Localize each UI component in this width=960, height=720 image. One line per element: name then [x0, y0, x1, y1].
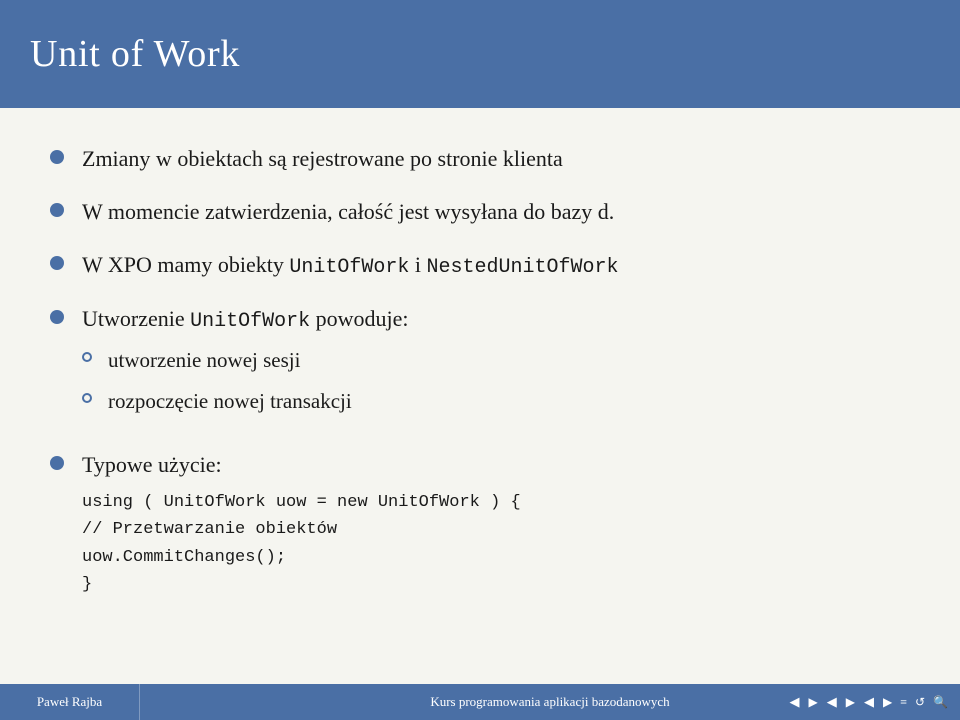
bullet-dot-4 [50, 310, 64, 324]
nav-icon-2[interactable]: ▶ [844, 695, 857, 710]
sub-list-item: utworzenie nowej sesji [82, 346, 352, 375]
nav-sep2: ◀ [861, 694, 877, 710]
footer-author: Paweł Rajba [0, 684, 140, 720]
sub-text-2: rozpoczęcie nowej transakcji [108, 387, 352, 416]
nav-icon-1[interactable]: ▶ [807, 695, 820, 710]
sub-list-item: rozpoczęcie nowej transakcji [82, 387, 352, 416]
sub-text-1: utworzenie nowej sesji [108, 346, 300, 375]
main-content: Zmiany w obiektach są rejestrowane po st… [0, 108, 960, 640]
nav-icon-4[interactable]: ≡ [898, 695, 909, 710]
bullet-list: Zmiany w obiektach są rejestrowane po st… [50, 144, 910, 598]
code-nestedunitofwork: NestedUnitOfWork [427, 256, 619, 279]
code-line-3: uow.CommitChanges(); [82, 544, 521, 571]
nav-icon-5[interactable]: ↺ [913, 695, 927, 710]
nav-prev-arrow[interactable]: ◀ [787, 694, 803, 710]
footer-bar: Paweł Rajba Kurs programowania aplikacji… [0, 684, 960, 720]
slide-title: Unit of Work [30, 32, 240, 76]
list-item: Zmiany w obiektach są rejestrowane po st… [50, 144, 910, 175]
footer-navigation[interactable]: ◀ ▶ ◀ ▶ ◀ ▶ ≡ ↺ 🔍 [787, 694, 951, 710]
bullet-text-1: Zmiany w obiektach są rejestrowane po st… [82, 144, 910, 175]
code-block: using ( UnitOfWork uow = new UnitOfWork … [82, 489, 521, 598]
sub-list: utworzenie nowej sesji rozpoczęcie nowej… [82, 346, 352, 429]
bullet-text-4: Utworzenie UnitOfWork powoduje: [82, 304, 409, 336]
list-item: Utworzenie UnitOfWork powoduje: utworzen… [50, 304, 910, 429]
list-item: W momencie zatwierdzenia, całość jest wy… [50, 197, 910, 228]
nav-icon-6[interactable]: 🔍 [931, 695, 950, 710]
nav-sep1: ◀ [824, 694, 840, 710]
bullet-text-3: W XPO mamy obiekty UnitOfWork i NestedUn… [82, 250, 910, 282]
header-bar: Unit of Work [0, 0, 960, 108]
code-unitofwork: UnitOfWork [289, 256, 409, 279]
bullet-text-5: Typowe użycie: [82, 450, 222, 481]
nav-icon-3[interactable]: ▶ [881, 695, 894, 710]
code-line-2: // Przetwarzanie obiektów [82, 516, 521, 543]
list-item: Typowe użycie: using ( UnitOfWork uow = … [50, 450, 910, 598]
list-item: W XPO mamy obiekty UnitOfWork i NestedUn… [50, 250, 910, 282]
bullet-dot-5 [50, 456, 64, 470]
code-line-4: } [82, 571, 521, 598]
sub-dot-2 [82, 393, 92, 403]
bullet-dot-3 [50, 256, 64, 270]
code-unitofwork-2: UnitOfWork [190, 310, 310, 333]
sub-dot-1 [82, 352, 92, 362]
bullet-dot-1 [50, 150, 64, 164]
bullet-text-2: W momencie zatwierdzenia, całość jest wy… [82, 197, 910, 228]
bullet-dot-2 [50, 203, 64, 217]
code-line-1: using ( UnitOfWork uow = new UnitOfWork … [82, 489, 521, 516]
